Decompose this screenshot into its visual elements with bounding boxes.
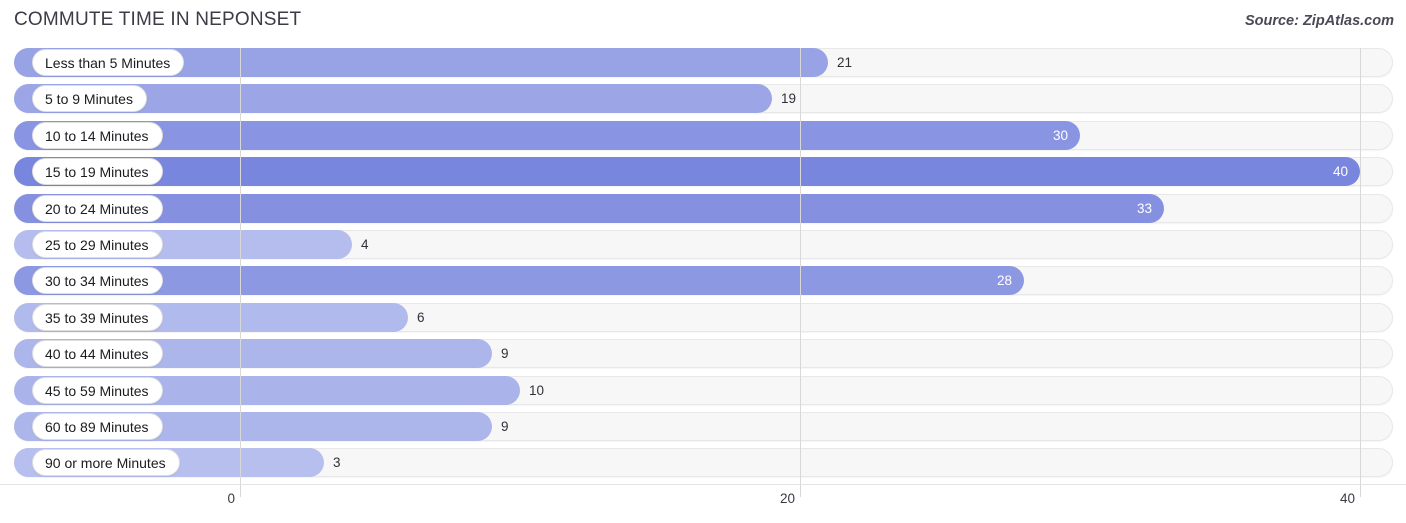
bar[interactable] bbox=[14, 193, 1164, 223]
bar-value-label: 9 bbox=[501, 346, 509, 362]
bar-value-label: 9 bbox=[501, 418, 509, 434]
bar[interactable] bbox=[14, 157, 1360, 187]
bar-category-label: 5 to 9 Minutes bbox=[32, 85, 147, 113]
bar-category-label: Less than 5 Minutes bbox=[32, 49, 185, 76]
x-axis-tick-0: 0 bbox=[227, 491, 235, 506]
tick-mark-20 bbox=[800, 485, 801, 497]
bar-category-label: 10 to 14 Minutes bbox=[32, 121, 163, 149]
bar-value-label: 33 bbox=[1136, 200, 1152, 216]
x-axis-tick-40: 40 bbox=[1339, 491, 1355, 506]
source-attribution: Source: ZipAtlas.com bbox=[1244, 13, 1394, 29]
bar-category-label: 15 to 19 Minutes bbox=[32, 158, 163, 186]
plot-area: 21 Less than 5 Minutes 19 5 to 9 Minutes 30 1… bbox=[0, 48, 1406, 484]
bar-row: 4 25 to 29 Minutes bbox=[0, 229, 1406, 259]
bar-value-label: 21 bbox=[837, 55, 853, 70]
bar-category-label: 25 to 29 Minutes bbox=[32, 230, 163, 258]
bar-value-label: 40 bbox=[1332, 164, 1348, 180]
bar-row: 6 35 to 39 Minutes bbox=[0, 302, 1406, 332]
bar-value-label: 10 bbox=[529, 382, 545, 398]
bar-row: 28 30 to 34 Minutes bbox=[0, 266, 1406, 296]
page-title: COMMUTE TIME IN NEPONSET bbox=[14, 9, 302, 30]
bar-value-label: 28 bbox=[996, 273, 1012, 289]
bar-row: 40 15 to 19 Minutes bbox=[0, 157, 1406, 187]
bar-row: 9 60 to 89 Minutes bbox=[0, 411, 1406, 441]
x-axis-tick-20: 20 bbox=[779, 491, 795, 506]
bar-row: 21 Less than 5 Minutes bbox=[0, 48, 1406, 77]
bar-rows: 21 Less than 5 Minutes 19 5 to 9 Minutes 30 1… bbox=[0, 48, 1406, 485]
bar-category-label: 45 to 59 Minutes bbox=[32, 376, 163, 404]
bar-row: 30 10 to 14 Minutes bbox=[0, 120, 1406, 150]
bar-value-label: 30 bbox=[1052, 127, 1068, 143]
bar-row: 19 5 to 9 Minutes bbox=[0, 84, 1406, 114]
bar-category-label: 20 to 24 Minutes bbox=[32, 194, 163, 222]
tick-mark-40 bbox=[1360, 485, 1361, 497]
bar[interactable] bbox=[14, 266, 1024, 296]
bar-category-label: 35 to 39 Minutes bbox=[32, 303, 163, 331]
bar-value-label: 3 bbox=[333, 455, 341, 471]
bar-category-label: 30 to 34 Minutes bbox=[32, 267, 163, 295]
bar-value-label: 4 bbox=[361, 236, 369, 252]
bar-value-label: 6 bbox=[417, 309, 425, 325]
bar[interactable] bbox=[14, 120, 1080, 150]
bar-category-label: 90 or more Minutes bbox=[32, 449, 180, 477]
bar-row: 3 90 or more Minutes bbox=[0, 448, 1406, 478]
bar-category-label: 40 to 44 Minutes bbox=[32, 340, 163, 368]
bar-value-label: 19 bbox=[781, 91, 797, 107]
bar-category-label: 60 to 89 Minutes bbox=[32, 412, 163, 440]
bar-row: 10 45 to 59 Minutes bbox=[0, 375, 1406, 405]
x-axis: 0 20 40 bbox=[0, 484, 1406, 523]
bar-row: 33 20 to 24 Minutes bbox=[0, 193, 1406, 223]
bar-row: 9 40 to 44 Minutes bbox=[0, 339, 1406, 369]
chart-page: COMMUTE TIME IN NEPONSET Source: ZipAtla… bbox=[0, 0, 1406, 522]
tick-mark-0 bbox=[240, 485, 241, 497]
